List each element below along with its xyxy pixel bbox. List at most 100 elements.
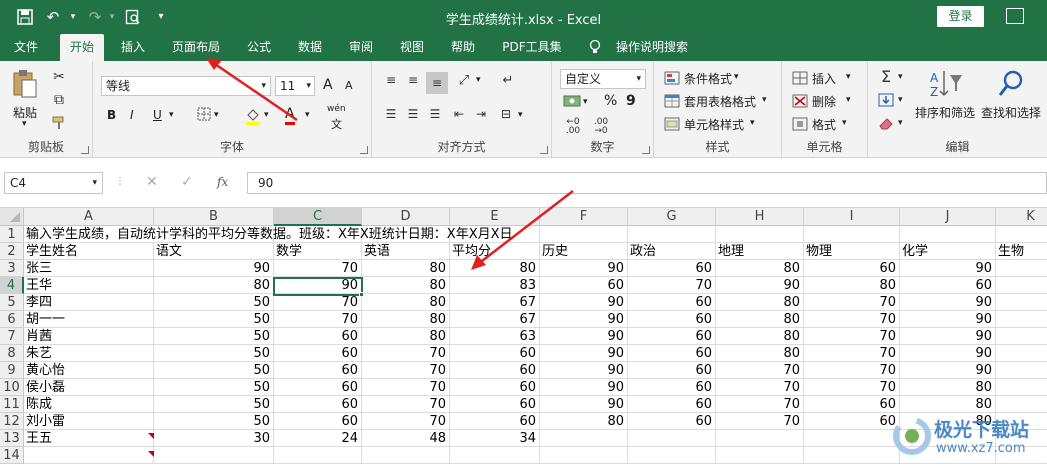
cell-C13[interactable]: 24 — [274, 430, 362, 447]
cell-B6[interactable]: 50 — [154, 311, 274, 328]
column-header-I[interactable]: I — [804, 208, 900, 226]
cell-F4[interactable]: 60 — [540, 277, 628, 294]
cell-G14[interactable] — [628, 447, 716, 464]
cell-E9[interactable]: 60 — [450, 362, 540, 379]
cell-J6[interactable]: 90 — [900, 311, 996, 328]
cell-J8[interactable]: 90 — [900, 345, 996, 362]
cell-K10[interactable] — [996, 379, 1047, 396]
paste-dropdown-icon[interactable]: ▾ — [22, 119, 27, 129]
grow-font-icon[interactable]: A — [323, 77, 333, 93]
cell-B13[interactable]: 30 — [154, 430, 274, 447]
tell-me-search[interactable]: 操作说明搜索 — [612, 34, 692, 61]
fill-color-dropdown-icon[interactable]: ▾ — [264, 110, 269, 120]
cell-H11[interactable]: 70 — [716, 396, 804, 413]
cancel-icon[interactable]: ✕ — [146, 174, 158, 190]
cell-I14[interactable] — [804, 447, 900, 464]
cell-F3[interactable]: 90 — [540, 260, 628, 277]
cell-H13[interactable] — [716, 430, 804, 447]
clipboard-launcher-icon[interactable] — [81, 146, 89, 154]
cell-G5[interactable]: 60 — [628, 294, 716, 311]
font-color-dropdown-icon[interactable]: ▾ — [305, 110, 310, 120]
cell-E2[interactable]: 平均分 — [450, 243, 540, 260]
cell-D6[interactable]: 80 — [362, 311, 450, 328]
find-select-icon[interactable] — [996, 69, 1026, 99]
cell-E10[interactable]: 60 — [450, 379, 540, 396]
cell-I6[interactable]: 70 — [804, 311, 900, 328]
cell-A12[interactable]: 刘小雷 — [24, 413, 154, 430]
cell-I9[interactable]: 70 — [804, 362, 900, 379]
cell-I10[interactable]: 70 — [804, 379, 900, 396]
cell-H9[interactable]: 70 — [716, 362, 804, 379]
cell-C6[interactable]: 70 — [274, 311, 362, 328]
delete-cells-button[interactable]: 删除 — [812, 93, 836, 110]
cell-F9[interactable]: 90 — [540, 362, 628, 379]
cell-H1[interactable] — [716, 226, 804, 243]
cell-B5[interactable]: 50 — [154, 294, 274, 311]
worksheet-grid[interactable]: A B C D E F G H I J K 1 输入学生成绩，自动统计学科的平均分等数据。班级：X年X班… — [0, 208, 1047, 468]
cell-D11[interactable]: 70 — [362, 396, 450, 413]
cell-E13[interactable]: 34 — [450, 430, 540, 447]
row-header-9[interactable]: 9 — [0, 362, 24, 379]
column-header-F[interactable]: F — [540, 208, 628, 226]
cell-A6[interactable]: 胡一一 — [24, 311, 154, 328]
align-left-icon[interactable]: ☰ — [382, 107, 400, 121]
cell-E4[interactable]: 83 — [450, 277, 540, 294]
cell-J7[interactable]: 90 — [900, 328, 996, 345]
tab-insert[interactable]: 插入 — [113, 34, 153, 61]
table-dropdown-icon[interactable]: ▾ — [762, 95, 767, 105]
number-format-select[interactable]: 自定义 ▾ — [560, 69, 646, 89]
cell-C11[interactable]: 60 — [274, 396, 362, 413]
cell-D9[interactable]: 70 — [362, 362, 450, 379]
cell-G7[interactable]: 60 — [628, 328, 716, 345]
name-box[interactable]: C4 ▾ — [4, 172, 103, 194]
column-header-A[interactable]: A — [24, 208, 154, 226]
cell-G9[interactable]: 60 — [628, 362, 716, 379]
border-icon[interactable] — [196, 107, 212, 125]
cell-B11[interactable]: 50 — [154, 396, 274, 413]
cell-B9[interactable]: 50 — [154, 362, 274, 379]
cell-G13[interactable] — [628, 430, 716, 447]
cell-B7[interactable]: 50 — [154, 328, 274, 345]
cell-D2[interactable]: 英语 — [362, 243, 450, 260]
cell-H10[interactable]: 70 — [716, 379, 804, 396]
cell-H3[interactable]: 80 — [716, 260, 804, 277]
cell-G6[interactable]: 60 — [628, 311, 716, 328]
cell-G8[interactable]: 60 — [628, 345, 716, 362]
cell-G4[interactable]: 70 — [628, 277, 716, 294]
cell-A10[interactable]: 侯小磊 — [24, 379, 154, 396]
cell-D12[interactable]: 70 — [362, 413, 450, 430]
decrease-indent-icon[interactable]: ⇤ — [450, 107, 468, 121]
decrease-decimal-icon[interactable]: .00 →0 — [590, 118, 612, 136]
cell-F2[interactable]: 历史 — [540, 243, 628, 260]
align-middle-icon[interactable]: ≡ — [404, 73, 422, 87]
clear-icon[interactable] — [876, 116, 896, 134]
row-header-14[interactable]: 14 — [0, 447, 24, 464]
delete-dropdown-icon[interactable]: ▾ — [846, 95, 851, 105]
row-header-10[interactable]: 10 — [0, 379, 24, 396]
format-as-table-button[interactable]: 套用表格格式 — [684, 93, 756, 110]
cell-D7[interactable]: 80 — [362, 328, 450, 345]
cell-I13[interactable] — [804, 430, 900, 447]
cell-F7[interactable]: 90 — [540, 328, 628, 345]
cell-C3[interactable]: 70 — [274, 260, 362, 277]
cell-G3[interactable]: 60 — [628, 260, 716, 277]
column-header-D[interactable]: D — [362, 208, 450, 226]
row-header-8[interactable]: 8 — [0, 345, 24, 362]
underline-button[interactable]: U — [153, 108, 162, 122]
autosum-dropdown-icon[interactable]: ▾ — [898, 72, 903, 82]
cell-F10[interactable]: 90 — [540, 379, 628, 396]
cell-H4[interactable]: 90 — [716, 277, 804, 294]
cell-I7[interactable]: 70 — [804, 328, 900, 345]
column-header-B[interactable]: B — [154, 208, 274, 226]
cell-K1[interactable] — [996, 226, 1047, 243]
row-header-13[interactable]: 13 — [0, 430, 24, 447]
cell-F6[interactable]: 90 — [540, 311, 628, 328]
cell-F11[interactable]: 90 — [540, 396, 628, 413]
formula-input[interactable]: 90 — [247, 172, 1047, 194]
tab-pdf-tools[interactable]: PDF工具集 — [496, 34, 568, 61]
cell-B8[interactable]: 50 — [154, 345, 274, 362]
merge-dropdown-icon[interactable]: ▾ — [518, 110, 523, 120]
cell-K3[interactable] — [996, 260, 1047, 277]
fill-dropdown-icon[interactable]: ▾ — [898, 95, 903, 105]
percent-button[interactable]: % — [604, 93, 617, 109]
